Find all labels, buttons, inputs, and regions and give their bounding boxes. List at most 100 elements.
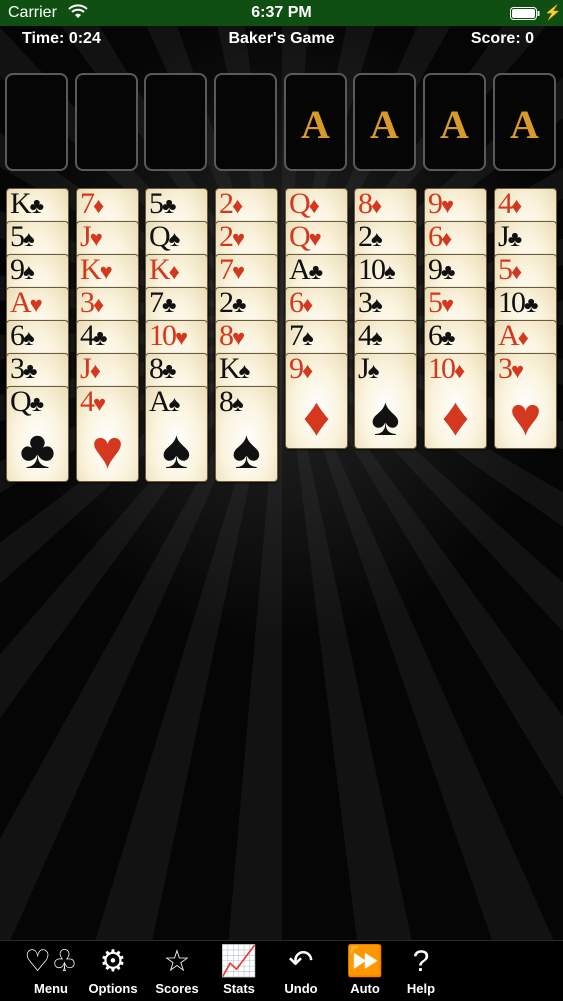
card-suit-icon: ♣	[29, 193, 45, 218]
playing-card[interactable]: 3♥ ♥	[494, 353, 557, 449]
free-cell[interactable]	[144, 73, 207, 171]
clock: 6:37 PM	[251, 4, 312, 21]
help-icon: ?	[412, 945, 430, 978]
card-rank: 5♦	[498, 254, 523, 286]
card-rank: 6♦	[428, 221, 453, 253]
foundation-pile[interactable]: A	[353, 73, 416, 171]
card-suit-icon: ♠	[232, 391, 244, 416]
foundation-pile[interactable]: A	[284, 73, 347, 171]
auto-button[interactable]: ⏩ Auto	[335, 945, 395, 1001]
playing-card[interactable]: A♠ ♠	[145, 386, 208, 482]
foundation-ace-rank: A	[510, 102, 539, 147]
card-center-suit-icon: ♥	[509, 387, 542, 447]
card-rank: A♦	[498, 320, 529, 352]
card-suit-icon: ♣	[308, 259, 324, 284]
status-bar: Carrier 6:37 PM ⚡	[0, 0, 563, 26]
card-suit-icon: ♠	[23, 259, 35, 284]
card-suit-icon: ♥	[308, 226, 322, 251]
card-rank: 5♠	[10, 221, 35, 253]
playing-card[interactable]: 8♠ ♠	[215, 386, 278, 482]
card-suit-icon: ♥	[93, 391, 107, 416]
card-suit-icon: ♣	[162, 193, 177, 218]
stats-button[interactable]: 📈 Stats	[209, 945, 269, 1001]
card-suit-icon: ♥	[99, 259, 113, 284]
card-rank: Q♣	[10, 386, 45, 418]
card-rank: 9♦	[289, 353, 314, 385]
card-rank: K♦	[149, 254, 180, 286]
card-suit-icon: ♣	[23, 358, 38, 383]
card-suit-icon: ♦	[517, 325, 529, 350]
card-suit-icon: ♦	[441, 226, 453, 251]
card-suit-icon: ♦	[93, 193, 105, 218]
battery-icon	[510, 7, 540, 20]
card-rank: 4♣	[80, 320, 108, 352]
card-rank: 8♦	[358, 188, 383, 220]
toolbar-label: Auto	[350, 981, 380, 996]
card-rank: 10♠	[358, 254, 396, 286]
card-suit-icon: ♦	[232, 193, 244, 218]
card-rank: Q♠	[149, 221, 181, 253]
card-suits-icon: ♡♧	[24, 945, 78, 978]
card-rank: 7♣	[149, 287, 177, 319]
card-rank: 8♣	[149, 353, 177, 385]
card-suit-icon: ♥	[29, 292, 43, 317]
card-suit-icon: ♣	[93, 325, 108, 350]
toolbar-label: Menu	[34, 981, 68, 996]
card-rank: 7♥	[219, 254, 246, 286]
card-center-suit-icon: ♣	[19, 420, 56, 480]
card-rank: Q♦	[289, 188, 320, 220]
scores-button[interactable]: ☆ Scores	[147, 945, 207, 1001]
playing-card[interactable]: J♠ ♠	[354, 353, 417, 449]
card-suit-icon: ♣	[441, 325, 456, 350]
card-suit-icon: ♠	[168, 391, 181, 416]
card-suit-icon: ♥	[511, 358, 525, 383]
card-suit-icon: ♣	[441, 259, 456, 284]
card-suit-icon: ♠	[384, 259, 396, 284]
card-suit-icon: ♦	[168, 259, 180, 284]
card-rank: 10♦	[428, 353, 466, 385]
free-cell[interactable]	[214, 73, 277, 171]
card-rank: 10♣	[498, 287, 539, 319]
toolbar-label: Stats	[223, 981, 255, 996]
foundation-ace-rank: A	[370, 102, 399, 147]
foundation-pile[interactable]: A	[423, 73, 486, 171]
card-suit-icon: ♦	[511, 193, 523, 218]
card-rank: 2♦	[219, 188, 244, 220]
card-rank: 7♠	[289, 320, 314, 352]
card-suit-icon: ♣	[162, 358, 177, 383]
playing-card[interactable]: 10♦ ♦	[424, 353, 487, 449]
card-suit-icon: ♦	[89, 358, 101, 383]
card-center-suit-icon: ♥	[91, 420, 124, 480]
menu-button[interactable]: ♡♧ Menu	[21, 945, 81, 1001]
card-suit-icon: ♠	[23, 226, 35, 251]
card-suit-icon: ♦	[511, 259, 523, 284]
playing-card[interactable]: 9♦ ♦	[285, 353, 348, 449]
chart-icon: 📈	[220, 945, 258, 978]
card-rank: 5♥	[428, 287, 455, 319]
card-rank: 9♠	[10, 254, 35, 286]
foundation-pile[interactable]: A	[493, 73, 556, 171]
options-button[interactable]: ⚙ Options	[83, 945, 143, 1001]
card-rank: 3♠	[358, 287, 383, 319]
help-button[interactable]: ? Help	[391, 945, 451, 1001]
free-cell[interactable]	[5, 73, 68, 171]
card-suit-icon: ♦	[302, 358, 314, 383]
card-rank: 9♥	[428, 188, 455, 220]
toolbar-label: Undo	[284, 981, 318, 996]
card-rank: K♥	[80, 254, 113, 286]
card-suit-icon: ♠	[302, 325, 314, 350]
undo-button[interactable]: ↶ Undo	[271, 945, 331, 1001]
card-rank: K♣	[10, 188, 45, 220]
card-suit-icon: ♣	[524, 292, 539, 317]
card-rank: 4♦	[498, 188, 523, 220]
card-rank: 7♦	[80, 188, 105, 220]
playing-card[interactable]: 4♥ ♥	[76, 386, 139, 482]
free-cell[interactable]	[75, 73, 138, 171]
playing-card[interactable]: Q♣ ♣	[6, 386, 69, 482]
card-rank: J♦	[80, 353, 101, 385]
card-rank: 8♠	[219, 386, 244, 418]
card-rank: A♥	[10, 287, 43, 319]
card-suit-icon: ♥	[232, 259, 246, 284]
card-rank: 8♥	[219, 320, 246, 352]
card-rank: J♣	[498, 221, 523, 253]
